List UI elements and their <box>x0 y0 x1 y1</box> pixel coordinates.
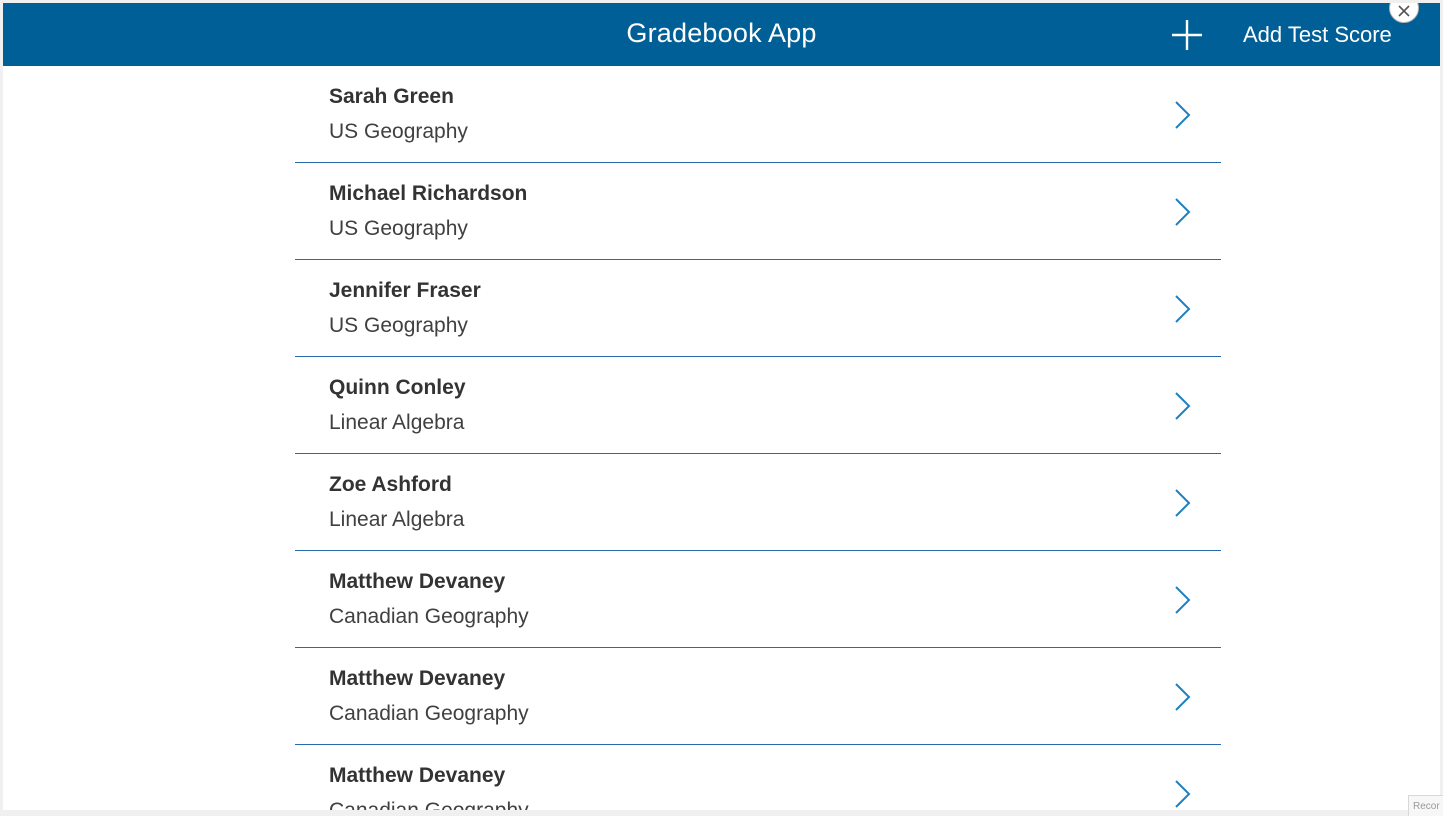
chevron-right-icon[interactable] <box>1173 585 1191 615</box>
student-course: Linear Algebra <box>329 411 465 434</box>
student-name: Quinn Conley <box>329 376 466 399</box>
student-course: Canadian Geography <box>329 799 529 810</box>
chevron-right-icon[interactable] <box>1173 100 1191 130</box>
student-name: Sarah Green <box>329 85 454 108</box>
list-item[interactable]: Jennifer Fraser US Geography <box>295 260 1221 357</box>
student-course: US Geography <box>329 314 468 337</box>
student-course: US Geography <box>329 120 468 143</box>
plus-icon <box>1172 20 1202 50</box>
chevron-right-icon[interactable] <box>1173 197 1191 227</box>
chevron-right-icon[interactable] <box>1173 682 1191 712</box>
add-test-score-button[interactable]: Add Test Score <box>1169 17 1392 53</box>
app-header: Gradebook App Add Test Score <box>3 3 1440 66</box>
student-name: Michael Richardson <box>329 182 528 205</box>
student-name: Matthew Devaney <box>329 570 506 593</box>
chevron-right-icon[interactable] <box>1173 294 1191 324</box>
student-course: Linear Algebra <box>329 508 465 531</box>
chevron-right-icon[interactable] <box>1173 488 1191 518</box>
student-course: Canadian Geography <box>329 702 529 725</box>
student-course: US Geography <box>329 217 468 240</box>
student-name: Jennifer Fraser <box>329 279 481 302</box>
app-frame: Gradebook App Add Test Score Sarah Green… <box>3 3 1440 810</box>
list-item[interactable]: Zoe Ashford Linear Algebra <box>295 454 1221 551</box>
student-course: Canadian Geography <box>329 605 529 628</box>
chevron-right-icon[interactable] <box>1173 779 1191 809</box>
list-item[interactable]: Matthew Devaney Canadian Geography <box>295 648 1221 745</box>
student-name: Matthew Devaney <box>329 764 506 787</box>
student-name: Matthew Devaney <box>329 667 506 690</box>
add-test-score-label: Add Test Score <box>1243 22 1392 47</box>
list-item[interactable]: Sarah Green US Geography <box>295 66 1221 163</box>
list-item[interactable]: Michael Richardson US Geography <box>295 163 1221 260</box>
recording-indicator: Recor <box>1408 795 1443 816</box>
close-icon <box>1398 5 1410 17</box>
student-list: Sarah Green US Geography Michael Richard… <box>295 66 1221 810</box>
list-item[interactable]: Matthew Devaney Canadian Geography <box>295 551 1221 648</box>
student-name: Zoe Ashford <box>329 473 452 496</box>
list-item[interactable]: Matthew Devaney Canadian Geography <box>295 745 1221 810</box>
list-item[interactable]: Quinn Conley Linear Algebra <box>295 357 1221 454</box>
chevron-right-icon[interactable] <box>1173 391 1191 421</box>
